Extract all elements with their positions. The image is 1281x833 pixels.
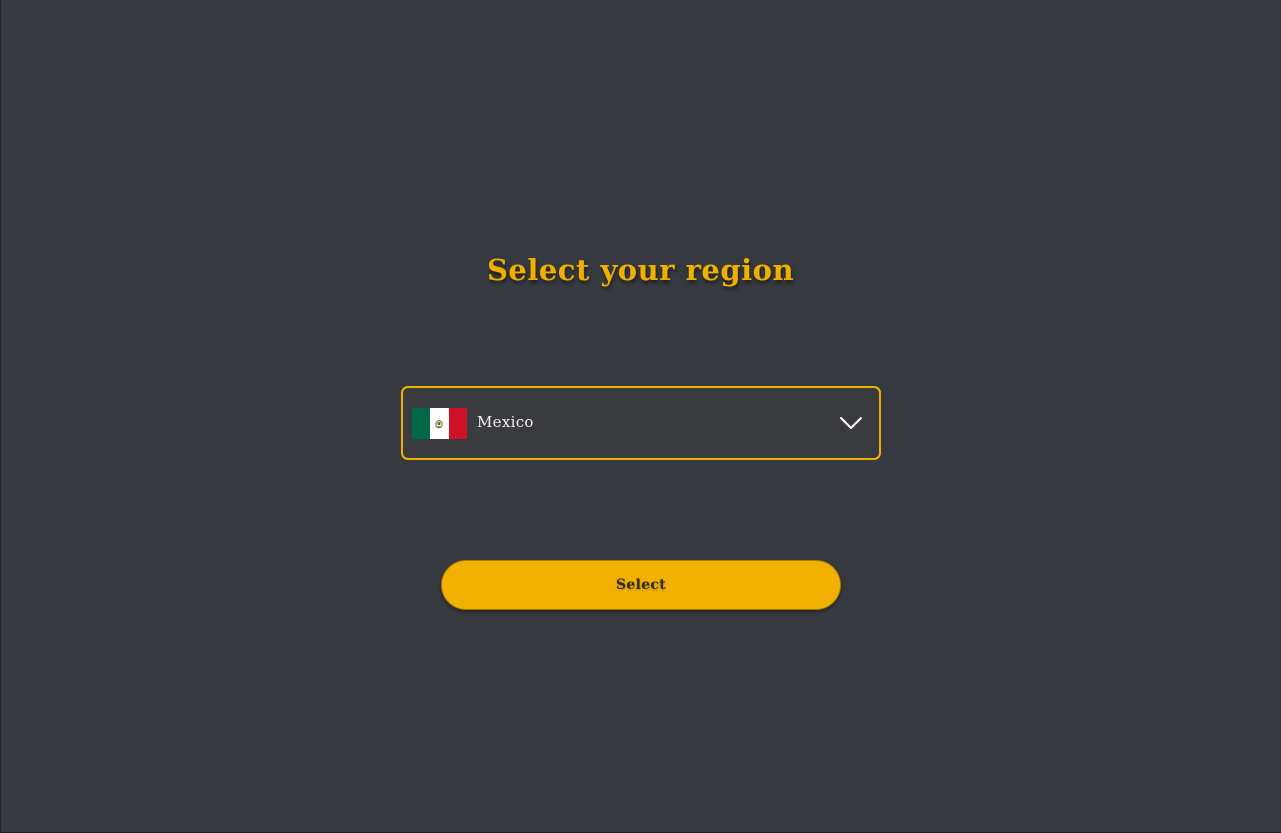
chevron-down-icon[interactable] <box>839 414 863 432</box>
select-button[interactable]: Select <box>441 560 841 610</box>
mexico-flag-icon <box>412 408 467 439</box>
select-button-label: Select <box>615 577 667 593</box>
region-dropdown[interactable]: Mexico <box>401 386 881 460</box>
page-title: Select your region <box>486 253 795 288</box>
selected-country-label: Mexico <box>477 413 534 431</box>
